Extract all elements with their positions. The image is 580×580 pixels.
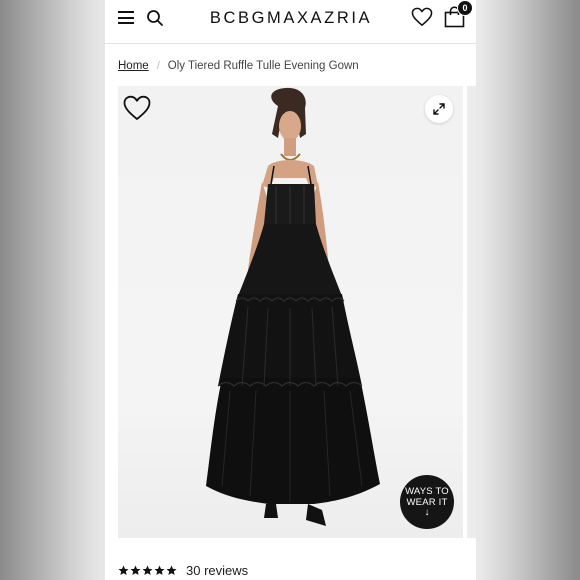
wishlist-heart-icon[interactable] xyxy=(411,7,433,27)
heart-outline-icon[interactable] xyxy=(122,94,152,122)
breadcrumb: Home / Oly Tiered Ruffle Tulle Evening G… xyxy=(118,60,359,72)
star-rating xyxy=(118,565,177,576)
cart-count-badge: 0 xyxy=(457,0,473,16)
expand-image-button[interactable] xyxy=(425,95,453,123)
product-page: BCBGMAXAZRIA 0 Home / Oly Tiered Ruffle … xyxy=(105,0,476,580)
next-image-peek[interactable] xyxy=(467,86,476,538)
star-icon xyxy=(154,565,165,575)
site-header: BCBGMAXAZRIA 0 xyxy=(105,0,476,44)
breadcrumb-current-page: Oly Tiered Ruffle Tulle Evening Gown xyxy=(167,60,359,72)
hamburger-menu-icon[interactable] xyxy=(118,11,134,24)
arrow-down-icon: ↓ xyxy=(424,507,430,518)
product-image-gallery[interactable]: WAYS TO WEAR IT ↓ xyxy=(118,86,463,538)
product-photo xyxy=(206,87,380,526)
breadcrumb-home-link[interactable]: Home xyxy=(118,60,149,72)
star-icon xyxy=(130,565,141,575)
star-icon xyxy=(166,565,177,575)
product-reviews[interactable]: 30 reviews xyxy=(118,563,248,578)
expand-icon xyxy=(433,103,445,115)
breadcrumb-separator: / xyxy=(156,60,160,72)
star-icon xyxy=(142,565,153,575)
search-icon[interactable] xyxy=(146,9,164,27)
ways-label-line1: WAYS TO xyxy=(405,486,449,497)
review-count-link[interactable]: 30 reviews xyxy=(186,563,248,578)
brand-logo[interactable]: BCBGMAXAZRIA xyxy=(200,9,382,28)
star-icon xyxy=(118,565,129,575)
ways-to-wear-it-button[interactable]: WAYS TO WEAR IT ↓ xyxy=(400,475,454,529)
